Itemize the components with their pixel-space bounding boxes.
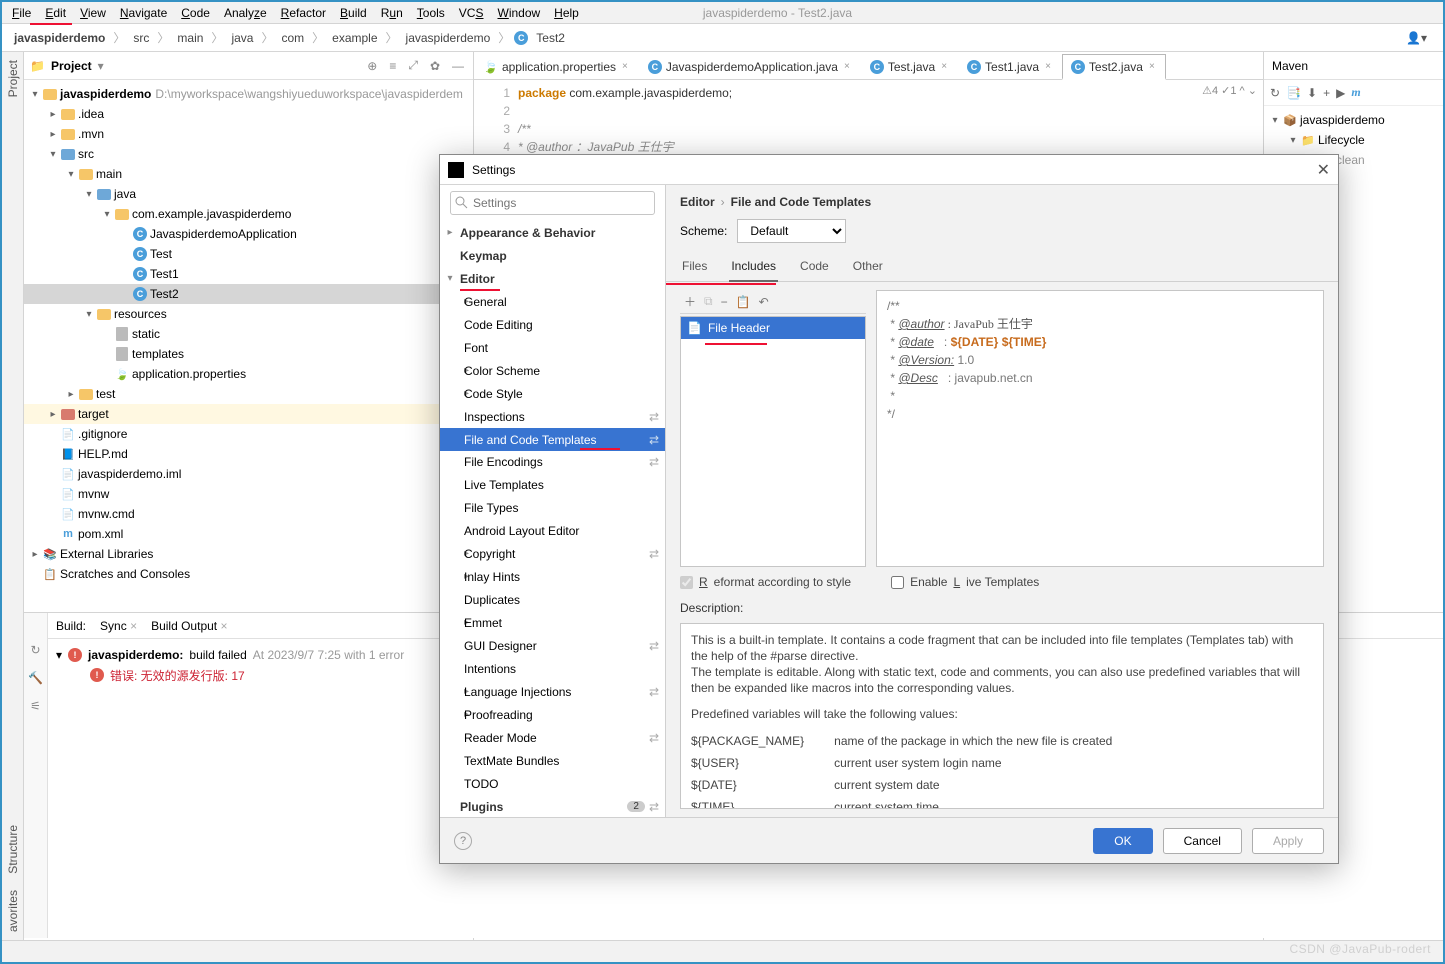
tab-4[interactable]: CTest2.java×: [1062, 54, 1166, 80]
settings-search[interactable]: [450, 191, 655, 215]
ok-button[interactable]: OK: [1093, 828, 1152, 854]
status-bar: [2, 940, 1443, 962]
locate-icon[interactable]: ⊕: [364, 59, 380, 73]
panel-title: Project: [51, 59, 92, 73]
maven-title: Maven: [1272, 59, 1308, 73]
add-icon[interactable]: ＋: [684, 293, 696, 310]
crumb-1[interactable]: src: [129, 31, 153, 45]
crumb-5[interactable]: example: [328, 31, 381, 45]
filter-icon[interactable]: ⚟: [30, 699, 41, 713]
tab-2[interactable]: CTest.java×: [861, 53, 958, 79]
paste-icon[interactable]: 📋: [736, 295, 751, 309]
left-gutter: Project Structure avorites: [2, 52, 24, 940]
menu-edit[interactable]: Edit: [39, 4, 72, 22]
tool-structure[interactable]: Structure: [4, 817, 22, 882]
crumb-0[interactable]: javaspiderdemo: [10, 31, 109, 45]
tab-3[interactable]: CTest1.java×: [958, 53, 1062, 79]
menu-navigate[interactable]: Navigate: [114, 4, 173, 22]
window-title: javaspiderdemo - Test2.java: [697, 4, 858, 22]
output-tab[interactable]: Build Output ×: [151, 619, 227, 633]
dialog-title: Settings: [472, 163, 515, 177]
settings-icon[interactable]: ✿: [427, 59, 443, 73]
annotation-underline: [30, 23, 72, 25]
collapse-icon[interactable]: ⤢: [405, 58, 421, 73]
settings-dialog: Settings ✕ ▸Appearance & Behavior Keymap…: [439, 154, 1339, 864]
annotation-underline: [666, 283, 776, 285]
add-icon[interactable]: +: [1323, 86, 1330, 100]
scheme-select[interactable]: Default: [737, 219, 846, 243]
menu-file[interactable]: File: [6, 4, 37, 22]
user-icon[interactable]: 👤▾: [1406, 31, 1427, 45]
crumb-6[interactable]: javaspiderdemo: [402, 31, 495, 45]
sync-tab[interactable]: Sync ×: [100, 619, 137, 633]
scheme-label: Scheme:: [680, 224, 727, 238]
tab-other[interactable]: Other: [851, 253, 885, 281]
tab-0[interactable]: 🍃application.properties×: [474, 53, 639, 79]
template-tabs: Files Includes Code Other: [666, 253, 1338, 282]
menubar: File Edit View Navigate Code Analyze Ref…: [2, 2, 1443, 24]
watermark: CSDN @JavaPub-rodert: [1289, 942, 1431, 956]
build-tab[interactable]: Build:: [56, 619, 86, 633]
tab-code[interactable]: Code: [798, 253, 831, 281]
menu-help[interactable]: Help: [548, 4, 585, 22]
tool-favorites[interactable]: avorites: [4, 882, 22, 940]
file-icon: 📄: [687, 321, 702, 335]
inspection-status[interactable]: ⚠4 ✓1 ^ ⌄: [1202, 84, 1257, 97]
download-icon[interactable]: ⬇: [1307, 86, 1317, 100]
copy-icon[interactable]: ⧉: [704, 294, 713, 309]
crumb-2[interactable]: main: [173, 31, 207, 45]
expand-icon[interactable]: ≡: [386, 59, 399, 73]
menu-refactor[interactable]: Refactor: [275, 4, 332, 22]
class-icon: C: [514, 31, 528, 45]
menu-window[interactable]: Window: [491, 4, 546, 22]
settings-tree[interactable]: ▸Appearance & Behavior Keymap ▾Editor ▸G…: [440, 221, 665, 817]
refresh-icon[interactable]: ↻: [1270, 86, 1280, 100]
menu-tools[interactable]: Tools: [411, 4, 451, 22]
intellij-icon: [448, 162, 464, 178]
settings-breadcrumb: Editor›File and Code Templates: [666, 185, 1338, 219]
tree-item-fct[interactable]: File and Code Templates⇄: [440, 428, 665, 451]
menu-vcs[interactable]: VCS: [453, 4, 490, 22]
description-label: Description:: [666, 597, 1338, 619]
include-file-header[interactable]: 📄 File Header: [681, 317, 865, 339]
tab-1[interactable]: CJavaspiderdemoApplication.java×: [639, 53, 861, 79]
rerun-icon[interactable]: ↻: [30, 643, 40, 657]
menu-view[interactable]: View: [74, 4, 112, 22]
breadcrumb: javaspiderdemo〉 src〉 main〉 java〉 com〉 ex…: [2, 24, 1443, 52]
crumb-3[interactable]: java: [227, 31, 257, 45]
help-icon[interactable]: ?: [454, 832, 472, 850]
editor-tabs: 🍃application.properties× CJavaspiderdemo…: [474, 52, 1263, 80]
menu-build[interactable]: Build: [334, 4, 373, 22]
apply-button[interactable]: Apply: [1252, 828, 1324, 854]
enable-live-checkbox[interactable]: Enable Live Templates: [891, 575, 1039, 589]
tool-project[interactable]: Project: [4, 52, 22, 105]
tab-files[interactable]: Files: [680, 253, 709, 281]
crumb-7[interactable]: Test2: [532, 31, 569, 45]
close-icon[interactable]: ✕: [1317, 160, 1330, 180]
remove-icon[interactable]: −: [721, 295, 728, 309]
run-icon[interactable]: ▶: [1336, 86, 1345, 100]
revert-icon[interactable]: ↶: [759, 295, 769, 309]
template-editor[interactable]: /** * @author : JavaPub 王仕宇 * @date : ${…: [876, 290, 1324, 567]
hide-icon[interactable]: —: [449, 59, 467, 73]
generate-icon[interactable]: 📑: [1286, 86, 1301, 100]
annotation-underline: [705, 343, 767, 345]
description-body: This is a built-in template. It contains…: [680, 623, 1324, 809]
includes-list[interactable]: 📄 File Header: [680, 316, 866, 567]
menu-run[interactable]: Run: [375, 4, 409, 22]
reformat-checkbox[interactable]: Reformat according to style: [680, 575, 851, 589]
crumb-4[interactable]: com: [277, 31, 308, 45]
tab-includes[interactable]: Includes: [729, 253, 778, 281]
cancel-button[interactable]: Cancel: [1163, 828, 1242, 854]
hammer-icon[interactable]: 🔨: [28, 671, 43, 685]
menu-analyze[interactable]: Analyze: [218, 4, 273, 22]
menu-code[interactable]: Code: [175, 4, 216, 22]
